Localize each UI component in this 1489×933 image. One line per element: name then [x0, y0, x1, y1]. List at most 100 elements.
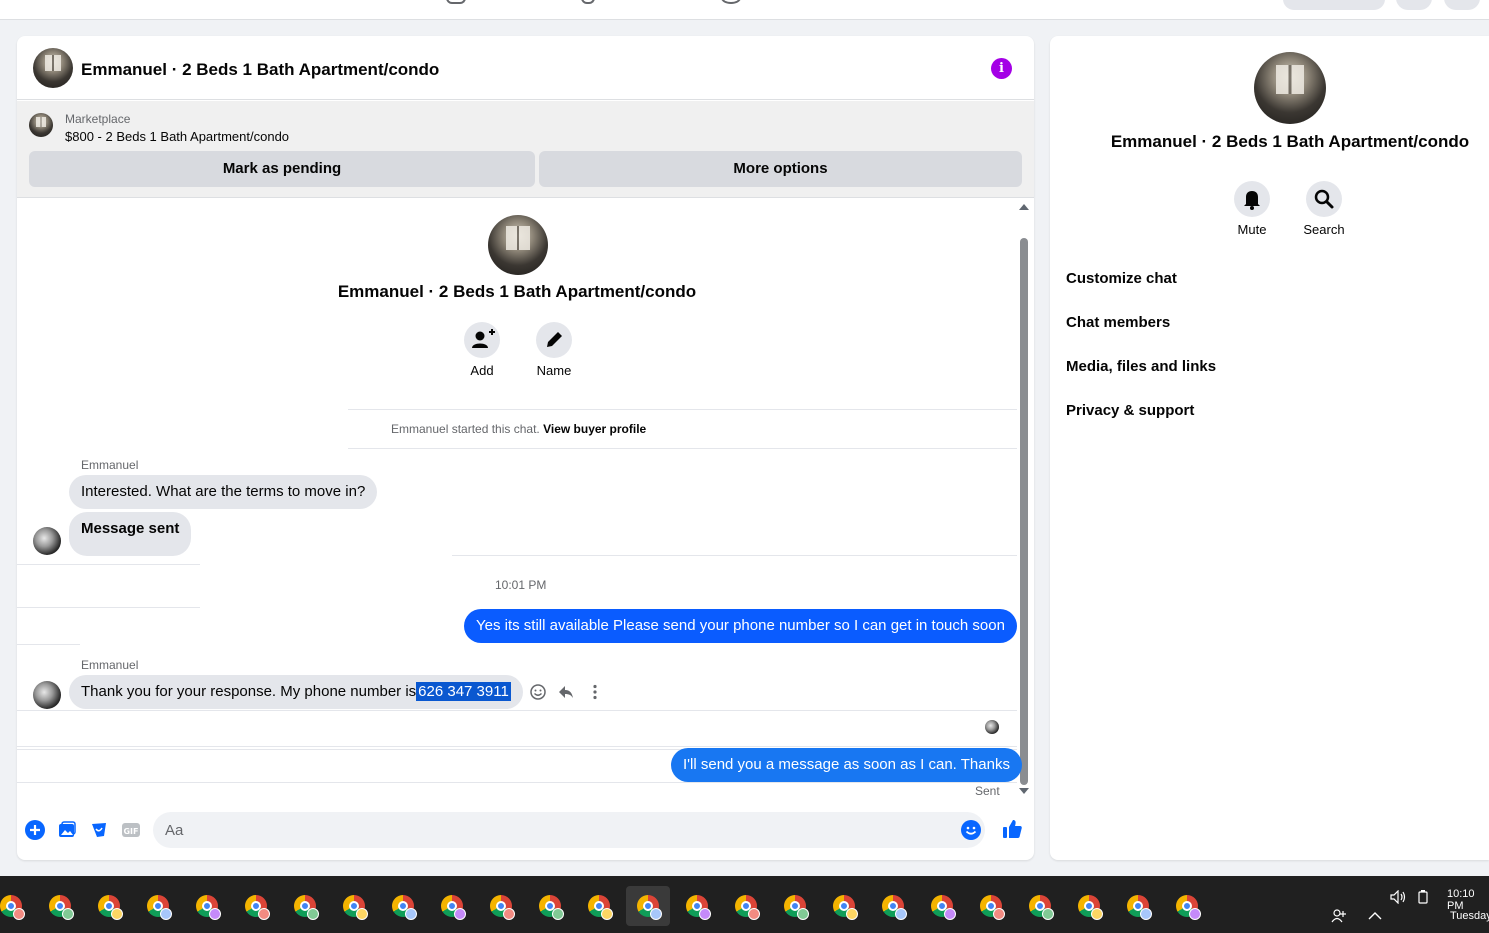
message-divider — [452, 555, 1017, 556]
chrome-icon — [1176, 895, 1201, 920]
chrome-taskbar-button[interactable] — [773, 886, 817, 926]
chrome-taskbar-button[interactable] — [430, 886, 474, 926]
chrome-taskbar-button[interactable] — [332, 886, 376, 926]
listing-thumbnail[interactable] — [29, 113, 53, 137]
create-button[interactable] — [1283, 0, 1385, 10]
message-divider — [17, 782, 1017, 783]
add-people-button[interactable] — [464, 322, 500, 358]
photo-icon[interactable] — [57, 820, 77, 840]
info-icon[interactable]: i — [991, 58, 1012, 79]
intro-avatar — [488, 215, 548, 275]
chrome-taskbar-button[interactable] — [1018, 886, 1062, 926]
chrome-taskbar-button[interactable] — [577, 886, 621, 926]
customize-chat-item[interactable]: Customize chat — [1066, 270, 1177, 287]
search-in-conversation-button[interactable] — [1306, 181, 1342, 217]
chrome-taskbar-button[interactable] — [479, 886, 523, 926]
message-input[interactable] — [153, 812, 933, 848]
message-input-box[interactable] — [153, 812, 985, 848]
gif-icon[interactable]: GIF — [121, 820, 141, 840]
chrome-taskbar-button[interactable] — [724, 886, 768, 926]
chrome-taskbar-button[interactable] — [136, 886, 180, 926]
search-label: Search — [1303, 222, 1345, 237]
selected-phone-number[interactable]: 626 347 3911 — [416, 682, 511, 701]
chevron-up-icon[interactable] — [1368, 911, 1382, 921]
menu-grid-button[interactable] — [1396, 0, 1432, 10]
profile-badge-icon — [13, 908, 25, 920]
message-sent-card[interactable]: Message sent — [69, 512, 192, 556]
chrome-icon — [784, 895, 809, 920]
chrome-taskbar-button[interactable] — [283, 886, 327, 926]
sender-avatar[interactable] — [33, 527, 61, 555]
chrome-icon — [588, 895, 613, 920]
chrome-taskbar-button[interactable] — [38, 886, 82, 926]
chrome-icon — [1029, 895, 1054, 920]
groups-nav-icon[interactable] — [581, 0, 595, 4]
more-options-button[interactable]: More options — [539, 151, 1022, 187]
chrome-taskbar-button[interactable] — [1067, 886, 1111, 926]
pencil-icon — [547, 332, 562, 347]
chrome-taskbar-button[interactable] — [87, 886, 131, 926]
conversation-title[interactable]: Emmanuel · 2 Beds 1 Bath Apartment/condo — [81, 60, 439, 80]
profile-badge-icon — [1091, 908, 1103, 920]
volume-icon[interactable] — [1390, 890, 1408, 904]
edit-name-button[interactable] — [536, 322, 572, 358]
chrome-icon — [882, 895, 907, 920]
chrome-taskbar-button[interactable] — [0, 886, 33, 926]
people-icon[interactable] — [1331, 909, 1347, 923]
react-icon[interactable] — [529, 683, 547, 701]
chrome-taskbar-button[interactable] — [822, 886, 866, 926]
incoming-message[interactable]: Interested. What are the terms to move i… — [69, 475, 378, 509]
intro-divider — [348, 409, 1017, 410]
emoji-icon[interactable] — [961, 820, 981, 840]
chat-started-notice: Emmanuel started this chat. View buyer p… — [391, 422, 646, 436]
sticker-icon[interactable] — [89, 820, 109, 840]
chat-members-item[interactable]: Chat members — [1066, 314, 1170, 331]
chrome-taskbar-button[interactable] — [185, 886, 229, 926]
clock-day[interactable]: Tuesday — [1450, 910, 1489, 922]
thumbs-up-icon[interactable] — [1001, 818, 1023, 840]
more-options-icon[interactable] — [586, 683, 604, 701]
marketplace-nav-icon[interactable] — [446, 0, 466, 4]
chrome-taskbar-button[interactable] — [626, 886, 670, 926]
clock-time[interactable]: 10:10 PM — [1447, 888, 1489, 912]
chrome-taskbar-button[interactable] — [1116, 886, 1160, 926]
reply-icon[interactable] — [557, 683, 575, 701]
mute-label: Mute — [1237, 222, 1267, 237]
messenger-button[interactable] — [1444, 0, 1480, 10]
name-label: Name — [536, 363, 572, 378]
conversation-avatar[interactable] — [33, 48, 73, 88]
scroll-up-arrow[interactable] — [1019, 204, 1029, 210]
mark-as-pending-button[interactable]: Mark as pending — [29, 151, 535, 187]
listing-title[interactable]: $800 - 2 Beds 1 Bath Apartment/condo — [65, 129, 289, 144]
chrome-icon — [392, 895, 417, 920]
chrome-taskbar-button[interactable] — [675, 886, 719, 926]
chrome-taskbar-button[interactable] — [234, 886, 278, 926]
chrome-taskbar-button[interactable] — [871, 886, 915, 926]
scroll-thumb[interactable] — [1020, 238, 1028, 785]
media-files-links-item[interactable]: Media, files and links — [1066, 358, 1216, 375]
privacy-support-item[interactable]: Privacy & support — [1066, 402, 1194, 419]
message-scrollbar[interactable] — [1018, 201, 1030, 797]
outgoing-message[interactable]: I'll send you a message as soon as I can… — [671, 748, 1022, 782]
chat-header: Emmanuel · 2 Beds 1 Bath Apartment/condo… — [17, 36, 1034, 100]
chrome-icon — [539, 895, 564, 920]
outgoing-message[interactable]: Yes its still available Please send your… — [464, 609, 1017, 643]
chrome-taskbar-button[interactable] — [920, 886, 964, 926]
chrome-taskbar-button[interactable] — [1165, 886, 1209, 926]
chrome-taskbar-button[interactable] — [528, 886, 572, 926]
gaming-nav-icon[interactable] — [721, 0, 741, 4]
profile-badge-icon — [944, 908, 956, 920]
scroll-down-arrow[interactable] — [1019, 788, 1029, 794]
chrome-icon — [441, 895, 466, 920]
view-buyer-profile-link[interactable]: View buyer profile — [543, 422, 646, 436]
chrome-taskbar-button[interactable] — [969, 886, 1013, 926]
chrome-taskbar-button[interactable] — [381, 886, 425, 926]
incoming-message[interactable]: Thank you for your response. My phone nu… — [69, 675, 523, 709]
chrome-icon — [931, 895, 956, 920]
sender-avatar[interactable] — [33, 681, 61, 709]
chrome-icon — [196, 895, 221, 920]
battery-icon[interactable] — [1416, 889, 1430, 905]
profile-badge-icon — [111, 908, 123, 920]
plus-icon[interactable] — [25, 820, 45, 840]
mute-button[interactable] — [1234, 181, 1270, 217]
